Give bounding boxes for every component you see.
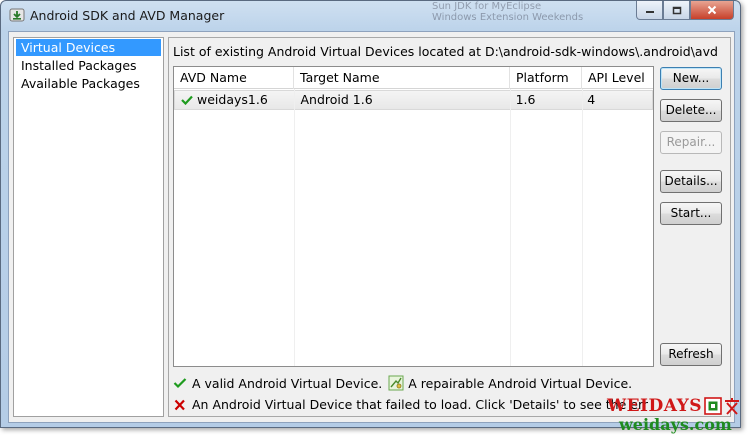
column-header-platform[interactable]: Platform xyxy=(510,67,582,89)
close-icon xyxy=(707,5,717,15)
legend-row: An Android Virtual Device that failed to… xyxy=(173,397,648,412)
api-level-cell: 4 xyxy=(587,92,596,107)
watermark: WEIDAYS weidays.com xyxy=(607,396,749,435)
start-button[interactable]: Start... xyxy=(660,202,722,225)
background-window-line: Sun JDK for MyEclipse xyxy=(432,1,542,12)
minimize-icon xyxy=(645,11,654,13)
virtual-devices-panel: List of existing Android Virtual Devices… xyxy=(168,37,731,417)
error-x-icon xyxy=(174,399,185,410)
sidebar-item-virtual-devices[interactable]: Virtual Devices xyxy=(16,39,161,56)
repair-button[interactable]: Repair... xyxy=(660,131,722,154)
title-bar[interactable]: Android SDK and AVD Manager Sun JDK for … xyxy=(1,1,740,31)
column-header-target-name[interactable]: Target Name xyxy=(294,67,510,89)
sdk-manager-icon xyxy=(9,8,25,22)
background-window-line: Windows Extension Weekends xyxy=(432,12,584,23)
minimize-button[interactable] xyxy=(636,1,663,20)
column-divider xyxy=(510,89,511,366)
platform-cell: 1.6 xyxy=(515,92,536,107)
target-name-cell: Android 1.6 xyxy=(300,92,373,107)
legend-failed-text: An Android Virtual Device that failed to… xyxy=(192,397,648,412)
client-area: Virtual Devices Installed Packages Avail… xyxy=(8,31,735,423)
check-icon xyxy=(173,378,187,389)
close-button[interactable] xyxy=(690,1,734,20)
avd-name-cell: weidays1.6 xyxy=(175,91,295,109)
details-button[interactable]: Details... xyxy=(660,170,722,193)
avd-table[interactable]: AVD Name Target Name Platform API Level … xyxy=(173,66,654,367)
app-window: Android SDK and AVD Manager Sun JDK for … xyxy=(0,0,741,428)
table-header: AVD Name Target Name Platform API Level xyxy=(174,67,653,89)
maximize-button[interactable] xyxy=(663,1,690,20)
delete-button[interactable]: Delete... xyxy=(660,99,722,122)
watermark-logo-icon xyxy=(704,397,739,415)
window-title: Android SDK and AVD Manager xyxy=(30,8,225,23)
sidebar-item-installed-packages[interactable]: Installed Packages xyxy=(16,57,161,74)
column-header-avd-name[interactable]: AVD Name xyxy=(174,67,294,89)
avd-location-caption: List of existing Android Virtual Devices… xyxy=(173,44,718,59)
legend-valid-text: A valid Android Virtual Device. xyxy=(192,375,383,391)
repair-icon xyxy=(388,375,404,391)
sidebar-nav: Virtual Devices Installed Packages Avail… xyxy=(13,37,164,417)
watermark-url: weidays.com xyxy=(619,415,732,434)
avd-name-text: weidays1.6 xyxy=(197,92,268,107)
column-divider xyxy=(294,89,295,366)
column-header-api-level[interactable]: API Level xyxy=(582,67,653,89)
legend-repairable-text: A repairable Android Virtual Device. xyxy=(408,375,633,391)
check-icon xyxy=(181,95,193,105)
sidebar-item-available-packages[interactable]: Available Packages xyxy=(16,75,161,92)
maximize-icon xyxy=(672,6,681,14)
background-window-text: Sun JDK for MyEclipse Windows Extension … xyxy=(426,1,626,23)
legend-row: A valid Android Virtual Device. A repair… xyxy=(173,375,632,391)
new-button[interactable]: New... xyxy=(660,67,722,90)
watermark-text: WEIDAYS xyxy=(607,396,702,416)
column-divider xyxy=(582,89,583,366)
refresh-button[interactable]: Refresh xyxy=(660,343,722,366)
